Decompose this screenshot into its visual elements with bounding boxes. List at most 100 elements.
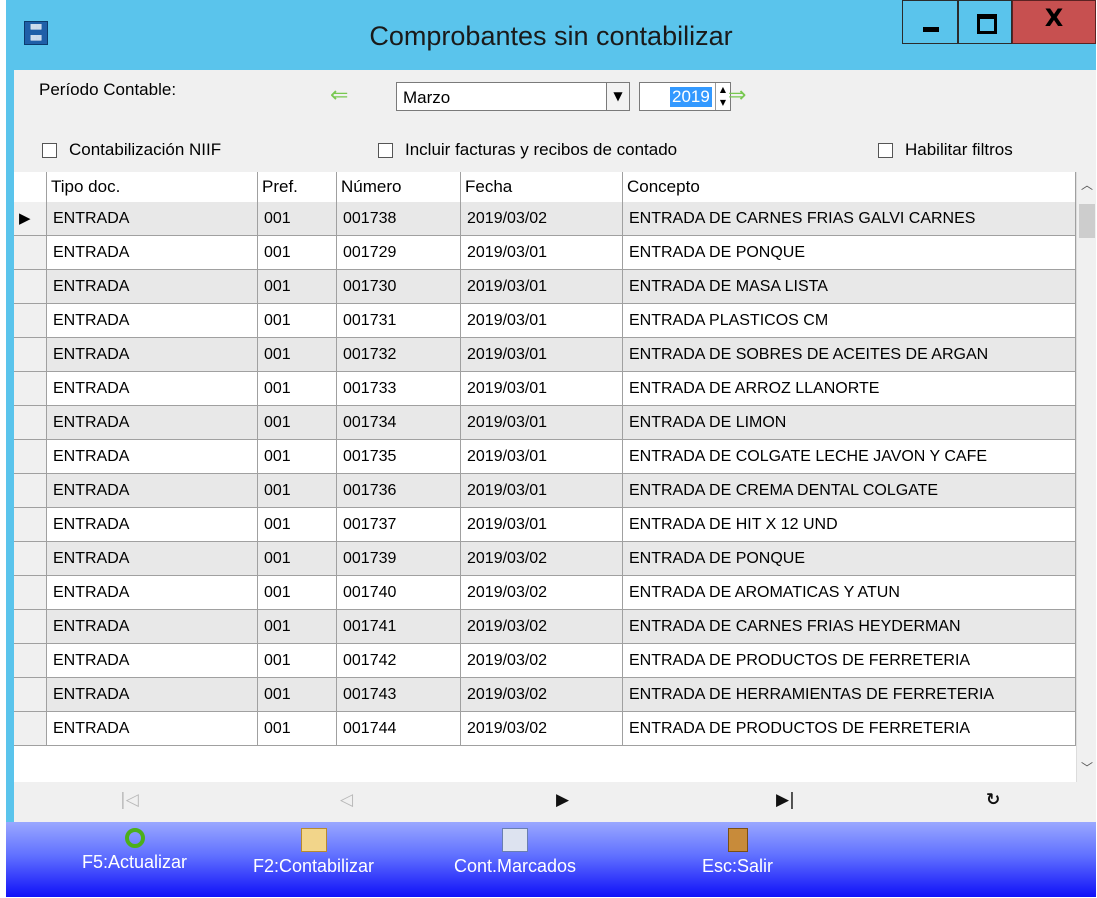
cell-numero[interactable]: 001735 [337,440,461,474]
year-value[interactable]: 2019 [670,87,712,107]
cell-tipo-doc[interactable]: ENTRADA [47,678,258,712]
scroll-up-icon[interactable]: ︿ [1077,176,1096,193]
cell-numero[interactable]: 001737 [337,508,461,542]
cell-fecha[interactable]: 2019/03/02 [461,576,623,610]
cell-fecha[interactable]: 2019/03/01 [461,338,623,372]
year-spinner[interactable]: 2019 ▲ ▼ [639,82,731,111]
cell-pref[interactable]: 001 [258,304,337,338]
cell-concepto[interactable]: ENTRADA DE PONQUE [623,542,1076,576]
row-indicator[interactable] [14,304,47,338]
cell-pref[interactable]: 001 [258,576,337,610]
row-indicator[interactable] [14,474,47,508]
first-record-icon[interactable]: |◁ [120,790,139,810]
maximize-button[interactable] [958,0,1012,44]
cell-concepto[interactable]: ENTRADA DE HIT X 12 UND [623,508,1076,542]
cell-pref[interactable]: 001 [258,406,337,440]
cell-numero[interactable]: 001734 [337,406,461,440]
table-row[interactable]: ENTRADA 001 001733 2019/03/01 ENTRADA DE ARR… [14,372,1076,406]
column-header-pref[interactable]: Pref. [258,172,337,202]
cell-tipo-doc[interactable]: ENTRADA [47,440,258,474]
cell-numero[interactable]: 001741 [337,610,461,644]
cell-numero[interactable]: 001731 [337,304,461,338]
cell-pref[interactable]: 001 [258,338,337,372]
row-indicator[interactable] [14,678,47,712]
scroll-thumb[interactable] [1079,204,1095,238]
cell-pref[interactable]: 001 [258,236,337,270]
cell-concepto[interactable]: ENTRADA DE PRODUCTOS DE FERRETERIA [623,712,1076,746]
arrow-left-icon[interactable]: ⇐ [330,83,348,108]
table-row[interactable]: ENTRADA 001 001744 2019/03/02 ENTRADA DE PRO… [14,712,1076,746]
next-record-icon[interactable]: ▶ [556,790,569,810]
filters-checkbox-box[interactable] [878,142,893,158]
table-row[interactable]: ENTRADA 001 001740 2019/03/02 ENTRADA DE ARO… [14,576,1076,610]
cell-fecha[interactable]: 2019/03/01 [461,372,623,406]
cell-pref[interactable]: 001 [258,678,337,712]
cell-concepto[interactable]: ENTRADA DE AROMATICAS Y ATUN [623,576,1076,610]
cell-fecha[interactable]: 2019/03/01 [461,508,623,542]
cell-pref[interactable]: 001 [258,644,337,678]
cell-numero[interactable]: 001742 [337,644,461,678]
cell-concepto[interactable]: ENTRADA DE PRODUCTOS DE FERRETERIA [623,644,1076,678]
table-row[interactable]: ENTRADA 001 001734 2019/03/01 ENTRADA DE LIM… [14,406,1076,440]
row-indicator[interactable]: ▶ [14,202,47,236]
cell-fecha[interactable]: 2019/03/02 [461,678,623,712]
exit-button[interactable]: Esc:Salir [702,828,773,877]
cell-pref[interactable]: 001 [258,712,337,746]
cell-tipo-doc[interactable]: ENTRADA [47,338,258,372]
table-row[interactable]: ENTRADA 001 001731 2019/03/01 ENTRADA PLASTI… [14,304,1076,338]
table-row[interactable]: ENTRADA 001 001730 2019/03/01 ENTRADA DE MAS… [14,270,1076,304]
scroll-down-icon[interactable]: ﹀ [1077,759,1096,776]
cell-tipo-doc[interactable]: ENTRADA [47,236,258,270]
cell-tipo-doc[interactable]: ENTRADA [47,372,258,406]
cell-concepto[interactable]: ENTRADA DE MASA LISTA [623,270,1076,304]
cell-fecha[interactable]: 2019/03/02 [461,644,623,678]
cell-pref[interactable]: 001 [258,508,337,542]
cell-numero[interactable]: 001739 [337,542,461,576]
cell-pref[interactable]: 001 [258,542,337,576]
cell-numero[interactable]: 001733 [337,372,461,406]
cell-pref[interactable]: 001 [258,372,337,406]
row-indicator[interactable] [14,644,47,678]
table-row[interactable]: ▶ ENTRADA 001 001738 2019/03/02 ENTRADA DE CA… [14,202,1076,236]
prev-record-icon[interactable]: ◁ [340,790,353,810]
row-indicator[interactable] [14,236,47,270]
row-indicator[interactable] [14,338,47,372]
column-header-concepto[interactable]: Concepto [623,172,1076,202]
filters-checkbox[interactable]: Habilitar filtros [878,140,1013,160]
table-row[interactable]: ENTRADA 001 001741 2019/03/02 ENTRADA DE CAR… [14,610,1076,644]
row-indicator[interactable] [14,406,47,440]
cell-fecha[interactable]: 2019/03/01 [461,236,623,270]
niif-checkbox[interactable]: Contabilización NIIF [42,140,221,160]
chevron-down-icon[interactable]: ▼ [606,83,629,110]
cell-fecha[interactable]: 2019/03/01 [461,474,623,508]
refresh-icon[interactable]: ↻ [986,790,1000,810]
title-bar[interactable]: ▦▦ ▦▦ Comprobantes sin contabilizar X [6,0,1096,70]
cell-pref[interactable]: 001 [258,202,337,236]
cell-tipo-doc[interactable]: ENTRADA [47,202,258,236]
cell-concepto[interactable]: ENTRADA DE CARNES FRIAS HEYDERMAN [623,610,1076,644]
row-indicator[interactable] [14,610,47,644]
arrow-right-icon[interactable]: ⇒ [728,83,746,108]
cell-concepto[interactable]: ENTRADA DE HERRAMIENTAS DE FERRETERIA [623,678,1076,712]
cell-tipo-doc[interactable]: ENTRADA [47,508,258,542]
cell-numero[interactable]: 001730 [337,270,461,304]
cell-concepto[interactable]: ENTRADA DE PONQUE [623,236,1076,270]
table-row[interactable]: ENTRADA 001 001742 2019/03/02 ENTRADA DE PRO… [14,644,1076,678]
cell-fecha[interactable]: 2019/03/01 [461,270,623,304]
row-indicator[interactable] [14,372,47,406]
table-row[interactable]: ENTRADA 001 001743 2019/03/02 ENTRADA DE HER… [14,678,1076,712]
cell-tipo-doc[interactable]: ENTRADA [47,610,258,644]
cell-fecha[interactable]: 2019/03/01 [461,440,623,474]
table-row[interactable]: ENTRADA 001 001736 2019/03/01 ENTRADA DE CRE… [14,474,1076,508]
cell-fecha[interactable]: 2019/03/02 [461,610,623,644]
last-record-icon[interactable]: ▶| [776,790,795,810]
cell-numero[interactable]: 001740 [337,576,461,610]
cell-numero[interactable]: 001738 [337,202,461,236]
cash-checkbox[interactable]: Incluir facturas y recibos de contado [378,140,677,160]
column-header-numero[interactable]: Número [337,172,461,202]
row-indicator[interactable] [14,542,47,576]
cell-tipo-doc[interactable]: ENTRADA [47,712,258,746]
table-row[interactable]: ENTRADA 001 001729 2019/03/01 ENTRADA DE PON… [14,236,1076,270]
cell-numero[interactable]: 001732 [337,338,461,372]
table-row[interactable]: ENTRADA 001 001739 2019/03/02 ENTRADA DE PON… [14,542,1076,576]
